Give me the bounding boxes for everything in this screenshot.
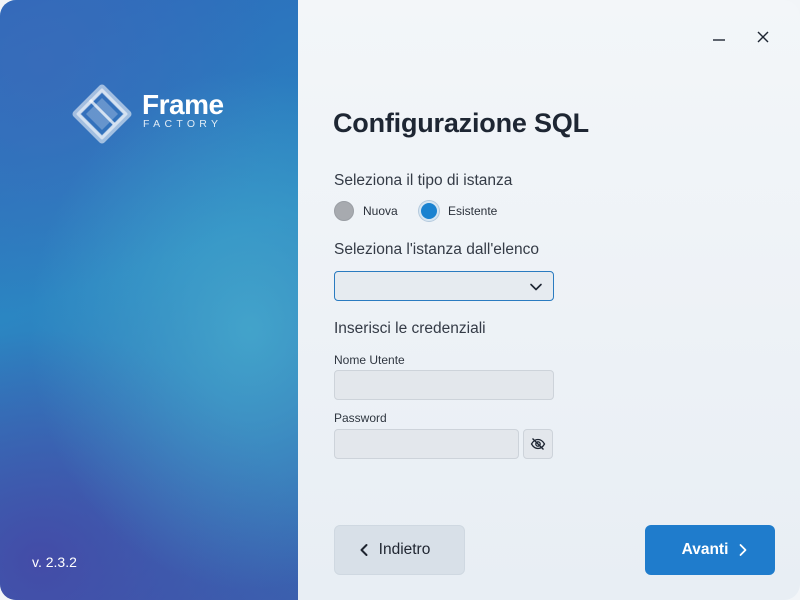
password-field[interactable] — [334, 429, 519, 459]
eye-slash-icon — [530, 438, 546, 450]
radio-nuova[interactable]: Nuova — [334, 201, 398, 221]
brand-panel: Frame FACTORY v. 2.3.2 — [0, 0, 298, 600]
close-icon — [757, 31, 769, 43]
username-field[interactable] — [334, 370, 554, 400]
instance-select-label: Seleziona l'istanza dall'elenco — [334, 241, 539, 258]
instance-select[interactable] — [334, 271, 554, 301]
back-button[interactable]: Indietro — [334, 525, 465, 575]
logo-wordmark: Frame — [142, 89, 224, 120]
next-button[interactable]: Avanti — [645, 525, 775, 575]
password-label: Password — [334, 411, 387, 425]
close-button[interactable] — [750, 24, 776, 50]
chevron-right-icon — [739, 544, 747, 556]
frame-factory-logo-icon — [72, 84, 132, 144]
minimize-icon — [713, 39, 725, 41]
back-button-label: Indietro — [378, 541, 431, 558]
radio-esistente[interactable]: Esistente — [419, 201, 497, 221]
logo-subtitle: FACTORY — [143, 118, 223, 130]
instance-type-label: Seleziona il tipo di istanza — [334, 172, 513, 189]
minimize-button[interactable] — [706, 24, 732, 50]
page-title: Configurazione SQL — [333, 108, 589, 138]
radio-label: Esistente — [448, 204, 498, 218]
radio-label: Nuova — [363, 204, 398, 218]
toggle-password-visibility-button[interactable] — [523, 429, 553, 459]
radio-selected-icon — [419, 201, 439, 221]
credentials-label: Inserisci le credenziali — [334, 320, 486, 337]
next-button-label: Avanti — [681, 541, 729, 558]
chevron-down-icon — [530, 283, 542, 291]
radio-unselected-icon — [334, 201, 354, 221]
installer-window: Frame FACTORY v. 2.3.2 Configurazione SQ… — [0, 0, 800, 600]
chevron-left-icon — [360, 544, 368, 556]
version-label: v. 2.3.2 — [32, 554, 77, 570]
username-label: Nome Utente — [334, 353, 405, 367]
logo: Frame FACTORY — [68, 80, 238, 148]
